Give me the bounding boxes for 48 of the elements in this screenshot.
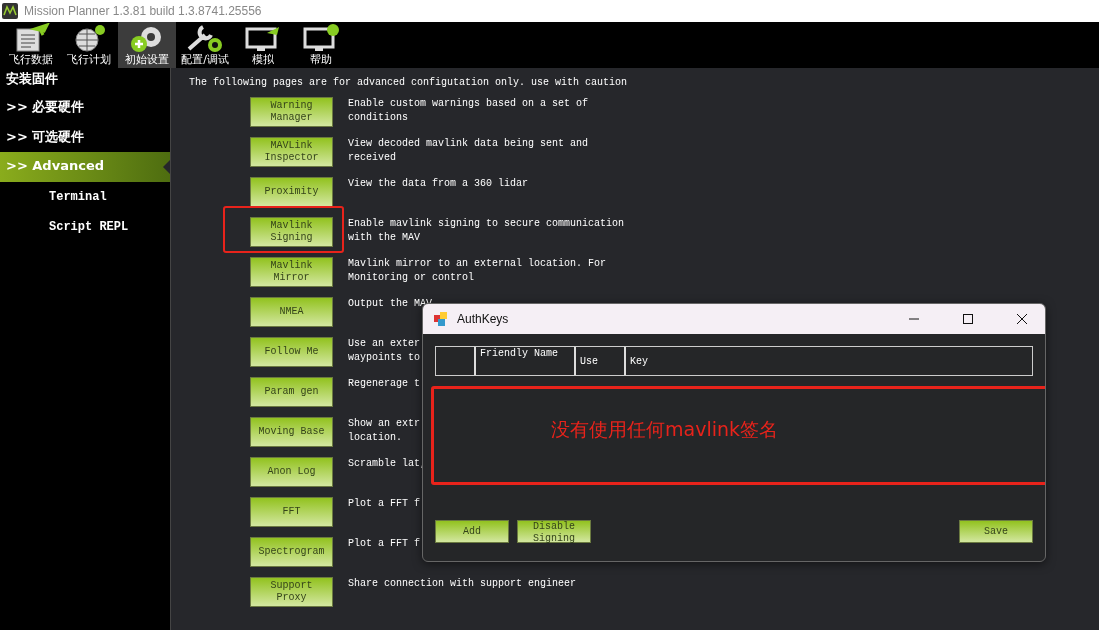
page-description: Plot a FFT f xyxy=(348,497,420,511)
page-description: Enable custom warnings based on a set of conditions xyxy=(348,97,589,125)
page-description: Use an exter waypoints to xyxy=(348,337,420,365)
page-button[interactable]: NMEA xyxy=(250,297,333,327)
page-description: Share connection with support engineer xyxy=(348,577,577,591)
page-description: Enable mavlink signing to secure communication with the MAV xyxy=(348,217,625,245)
sidebar-subitem[interactable]: Terminal xyxy=(0,182,170,212)
toolbar-button[interactable]: 飞行计划 xyxy=(60,22,118,68)
page-button[interactable]: Mavlink Signing xyxy=(250,217,333,247)
page-button[interactable]: Param gen xyxy=(250,377,333,407)
window-app-icon xyxy=(433,311,449,327)
page-button[interactable]: Follow Me xyxy=(250,337,333,367)
page-description: View the data from a 360 lidar xyxy=(348,177,529,191)
page-description: Regenerage t xyxy=(348,377,420,391)
page-button[interactable]: Mavlink Mirror xyxy=(250,257,333,287)
toolbar-button[interactable]: 配置/调试 xyxy=(176,22,234,68)
page-description: View decoded mavlink data being sent and received xyxy=(348,137,589,165)
dialog-button[interactable]: Disable Signing xyxy=(517,520,591,543)
page-description: Plot a FFT f xyxy=(348,537,420,551)
page-button[interactable]: Support Proxy xyxy=(250,577,333,607)
sidebar-heading: 安装固件 xyxy=(5,70,59,88)
window-title: Mission Planner 1.3.81 build 1.3.8741.25556 xyxy=(24,4,262,18)
dialog-button[interactable]: Save xyxy=(959,520,1033,543)
sidebar-item[interactable]: >> Advanced xyxy=(0,152,170,182)
app-logo-icon xyxy=(2,3,18,19)
column-header[interactable]: Use xyxy=(576,347,626,375)
page-button[interactable]: Warning Manager xyxy=(250,97,333,127)
page-button[interactable]: Spectrogram xyxy=(250,537,333,567)
dialog-title: AuthKeys xyxy=(457,312,509,326)
page-description: Mavlink mirror to an external location. For Monitoring or control xyxy=(348,257,607,285)
page-button[interactable]: Moving Base xyxy=(250,417,333,447)
page-button[interactable]: Anon Log xyxy=(250,457,333,487)
page-description: Show an extr location. xyxy=(348,417,420,445)
sidebar-item[interactable]: >> 可选硬件 xyxy=(0,122,170,152)
column-header[interactable]: Key xyxy=(626,347,1032,375)
toolbar-button[interactable]: 帮助 xyxy=(292,22,350,68)
page-button[interactable]: FFT xyxy=(250,497,333,527)
toolbar-button[interactable]: 初始设置 xyxy=(118,22,176,68)
sidebar-item[interactable]: >> 必要硬件 xyxy=(0,92,170,122)
page-button[interactable]: MAVLink Inspector xyxy=(250,137,333,167)
dialog-button[interactable]: Add xyxy=(435,520,509,543)
toolbar-button[interactable]: 模拟 xyxy=(234,22,292,68)
sidebar-subitem[interactable]: Script REPL xyxy=(0,212,170,242)
column-header[interactable]: Friendly Name xyxy=(476,347,576,375)
page-button[interactable]: Proximity xyxy=(250,177,333,207)
toolbar-button[interactable]: 飞行数据 xyxy=(2,22,60,68)
intro-text: The following pages are for advanced configutation only. use with caution xyxy=(189,77,629,89)
annotation-text: 没有使用任何mavlink签名 xyxy=(551,417,778,442)
